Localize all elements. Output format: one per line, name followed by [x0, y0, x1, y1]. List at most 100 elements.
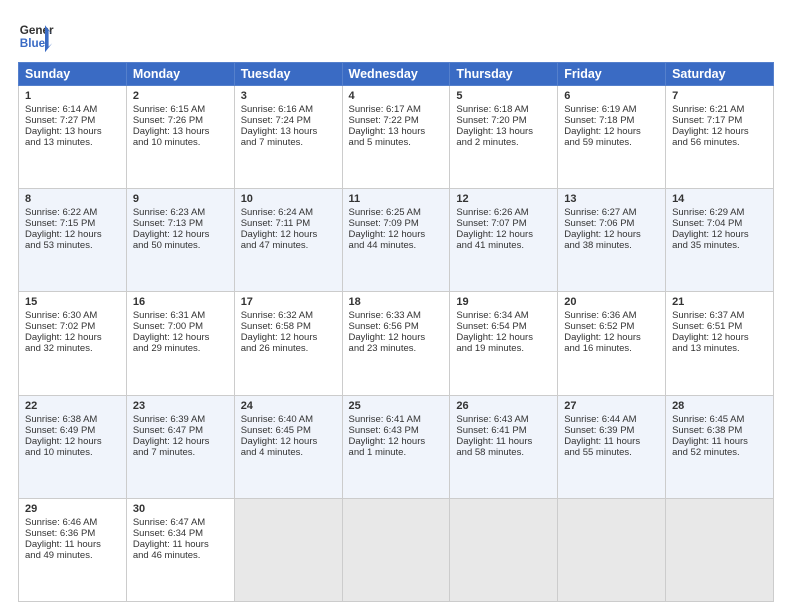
calendar-week-4: 22 Sunrise: 6:38 AMSunset: 6:49 PM Dayligh…: [19, 395, 774, 498]
day-number: 22: [25, 400, 120, 412]
calendar-header-row: Sunday Monday Tuesday Wednesday Thursday…: [19, 63, 774, 86]
day-info: Sunrise: 6:32 AM: [241, 310, 336, 321]
day-number: 24: [241, 400, 336, 412]
day-info: Sunset: 6:43 PM: [349, 425, 444, 436]
day-info: and 26 minutes.: [241, 343, 336, 354]
day-info: Daylight: 12 hours: [133, 229, 228, 240]
day-info: and 56 minutes.: [672, 137, 767, 148]
day-number: 14: [672, 193, 767, 205]
day-info: Daylight: 13 hours: [133, 126, 228, 137]
day-info: Sunset: 7:20 PM: [456, 115, 551, 126]
logo: General Blue: [18, 18, 54, 54]
day-info: Sunrise: 6:34 AM: [456, 310, 551, 321]
table-row: 28Sunrise: 6:45 AMSunset: 6:38 PMDayligh…: [666, 395, 774, 498]
day-info: Sunrise: 6:43 AM: [456, 414, 551, 425]
day-info: Sunrise: 6:22 AM: [25, 207, 120, 218]
day-info: Sunrise: 6:37 AM: [672, 310, 767, 321]
day-info: and 4 minutes.: [241, 447, 336, 458]
day-info: and 23 minutes.: [349, 343, 444, 354]
table-row: 7Sunrise: 6:21 AMSunset: 7:17 PMDaylight…: [666, 86, 774, 189]
day-number: 1: [25, 90, 120, 102]
col-friday: Friday: [558, 63, 666, 86]
table-row: 17Sunrise: 6:32 AMSunset: 6:58 PMDayligh…: [234, 292, 342, 395]
calendar-week-2: 8Sunrise: 6:22 AMSunset: 7:15 PMDaylight…: [19, 189, 774, 292]
table-row: 26Sunrise: 6:43 AMSunset: 6:41 PMDayligh…: [450, 395, 558, 498]
day-info: Daylight: 13 hours: [25, 126, 120, 137]
day-info: Sunrise: 6:17 AM: [349, 104, 444, 115]
day-info: Daylight: 12 hours: [672, 229, 767, 240]
table-row: 20Sunrise: 6:36 AMSunset: 6:52 PMDayligh…: [558, 292, 666, 395]
day-number: 7: [672, 90, 767, 102]
day-number: 4: [349, 90, 444, 102]
day-info: Daylight: 12 hours: [133, 436, 228, 447]
day-info: Sunset: 6:39 PM: [564, 425, 659, 436]
day-number: 29: [25, 503, 120, 515]
table-row: 1Sunrise: 6:14 AMSunset: 7:27 PMDaylight…: [19, 86, 127, 189]
col-wednesday: Wednesday: [342, 63, 450, 86]
day-info: Daylight: 12 hours: [564, 126, 659, 137]
day-info: and 53 minutes.: [25, 240, 120, 251]
day-info: Sunrise: 6:38 AM: [25, 414, 120, 425]
day-info: Daylight: 11 hours: [456, 436, 551, 447]
day-info: Sunset: 7:11 PM: [241, 218, 336, 229]
day-info: Daylight: 12 hours: [672, 332, 767, 343]
table-row: 2Sunrise: 6:15 AMSunset: 7:26 PMDaylight…: [126, 86, 234, 189]
day-info: Sunset: 6:47 PM: [133, 425, 228, 436]
table-row: [666, 498, 774, 601]
day-info: Daylight: 12 hours: [349, 229, 444, 240]
day-info: and 10 minutes.: [25, 447, 120, 458]
day-info: and 16 minutes.: [564, 343, 659, 354]
day-info: and 13 minutes.: [672, 343, 767, 354]
day-info: Sunrise: 6:18 AM: [456, 104, 551, 115]
day-info: Daylight: 12 hours: [241, 436, 336, 447]
day-info: Sunset: 7:18 PM: [564, 115, 659, 126]
day-info: Sunrise: 6:30 AM: [25, 310, 120, 321]
col-monday: Monday: [126, 63, 234, 86]
day-info: Sunset: 6:38 PM: [672, 425, 767, 436]
day-info: Sunset: 7:17 PM: [672, 115, 767, 126]
table-row: 19Sunrise: 6:34 AMSunset: 6:54 PMDayligh…: [450, 292, 558, 395]
day-info: Daylight: 12 hours: [564, 229, 659, 240]
day-info: Daylight: 12 hours: [672, 126, 767, 137]
col-saturday: Saturday: [666, 63, 774, 86]
day-number: 28: [672, 400, 767, 412]
table-row: 15Sunrise: 6:30 AMSunset: 7:02 PMDayligh…: [19, 292, 127, 395]
day-info: Daylight: 12 hours: [133, 332, 228, 343]
day-info: Daylight: 12 hours: [25, 332, 120, 343]
day-number: 16: [133, 296, 228, 308]
day-info: Sunset: 7:06 PM: [564, 218, 659, 229]
header: General Blue: [18, 18, 774, 54]
table-row: 14Sunrise: 6:29 AMSunset: 7:04 PMDayligh…: [666, 189, 774, 292]
day-info: and 47 minutes.: [241, 240, 336, 251]
table-row: 24Sunrise: 6:40 AMSunset: 6:45 PMDayligh…: [234, 395, 342, 498]
table-row: 5Sunrise: 6:18 AMSunset: 7:20 PMDaylight…: [450, 86, 558, 189]
calendar-week-1: 1Sunrise: 6:14 AMSunset: 7:27 PMDaylight…: [19, 86, 774, 189]
day-info: Daylight: 11 hours: [672, 436, 767, 447]
table-row: 22Sunrise: 6:38 AMSunset: 6:49 PMDayligh…: [19, 395, 127, 498]
table-row: [450, 498, 558, 601]
day-info: Sunset: 7:26 PM: [133, 115, 228, 126]
day-number: 5: [456, 90, 551, 102]
day-info: Daylight: 12 hours: [349, 436, 444, 447]
day-info: Sunset: 7:04 PM: [672, 218, 767, 229]
table-row: 16Sunrise: 6:31 AMSunset: 7:00 PMDayligh…: [126, 292, 234, 395]
day-info: and 41 minutes.: [456, 240, 551, 251]
day-number: 3: [241, 90, 336, 102]
day-info: and 58 minutes.: [456, 447, 551, 458]
day-number: 27: [564, 400, 659, 412]
logo-icon: General Blue: [18, 18, 54, 54]
table-row: 25Sunrise: 6:41 AMSunset: 6:43 PMDayligh…: [342, 395, 450, 498]
day-number: 20: [564, 296, 659, 308]
col-tuesday: Tuesday: [234, 63, 342, 86]
day-info: and 38 minutes.: [564, 240, 659, 251]
day-number: 25: [349, 400, 444, 412]
table-row: [558, 498, 666, 601]
day-info: Sunset: 6:56 PM: [349, 321, 444, 332]
day-number: 8: [25, 193, 120, 205]
day-number: 17: [241, 296, 336, 308]
day-info: Sunset: 7:07 PM: [456, 218, 551, 229]
table-row: 8Sunrise: 6:22 AMSunset: 7:15 PMDaylight…: [19, 189, 127, 292]
day-info: Sunset: 6:49 PM: [25, 425, 120, 436]
day-info: and 49 minutes.: [25, 550, 120, 561]
day-info: Daylight: 12 hours: [456, 332, 551, 343]
